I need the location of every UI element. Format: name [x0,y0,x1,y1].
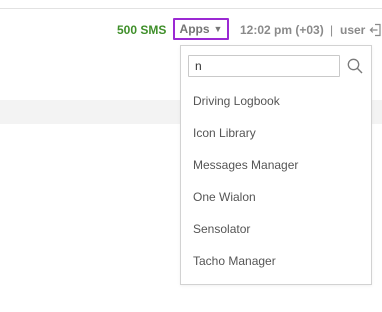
apps-search [188,55,366,77]
search-icon[interactable] [346,57,364,75]
clock: 12:02 pm (+03) [240,23,324,37]
app-item-messages-manager[interactable]: Messages Manager [181,149,371,181]
top-bar: 500 SMS Apps ▼ 12:02 pm (+03) | user [0,18,382,41]
chevron-down-icon: ▼ [213,24,223,34]
apps-menu-button[interactable]: Apps ▼ [173,18,229,40]
app-item-one-wialon[interactable]: One Wialon [181,181,371,213]
app-item-sensolator[interactable]: Sensolator [181,213,371,245]
app-item-tacho-manager[interactable]: Tacho Manager [181,245,371,277]
header-divider [0,8,382,9]
sms-balance[interactable]: 500 SMS [117,23,166,37]
app-item-driving-logbook[interactable]: Driving Logbook [181,85,371,117]
apps-list: Driving Logbook Icon Library Messages Ma… [181,85,371,277]
apps-dropdown: Driving Logbook Icon Library Messages Ma… [180,45,372,285]
apps-search-input[interactable] [188,55,340,77]
logout-icon[interactable] [369,23,381,37]
apps-label: Apps [179,22,210,36]
app-item-icon-library[interactable]: Icon Library [181,117,371,149]
separator: | [330,23,334,37]
user-name[interactable]: user [340,23,365,37]
